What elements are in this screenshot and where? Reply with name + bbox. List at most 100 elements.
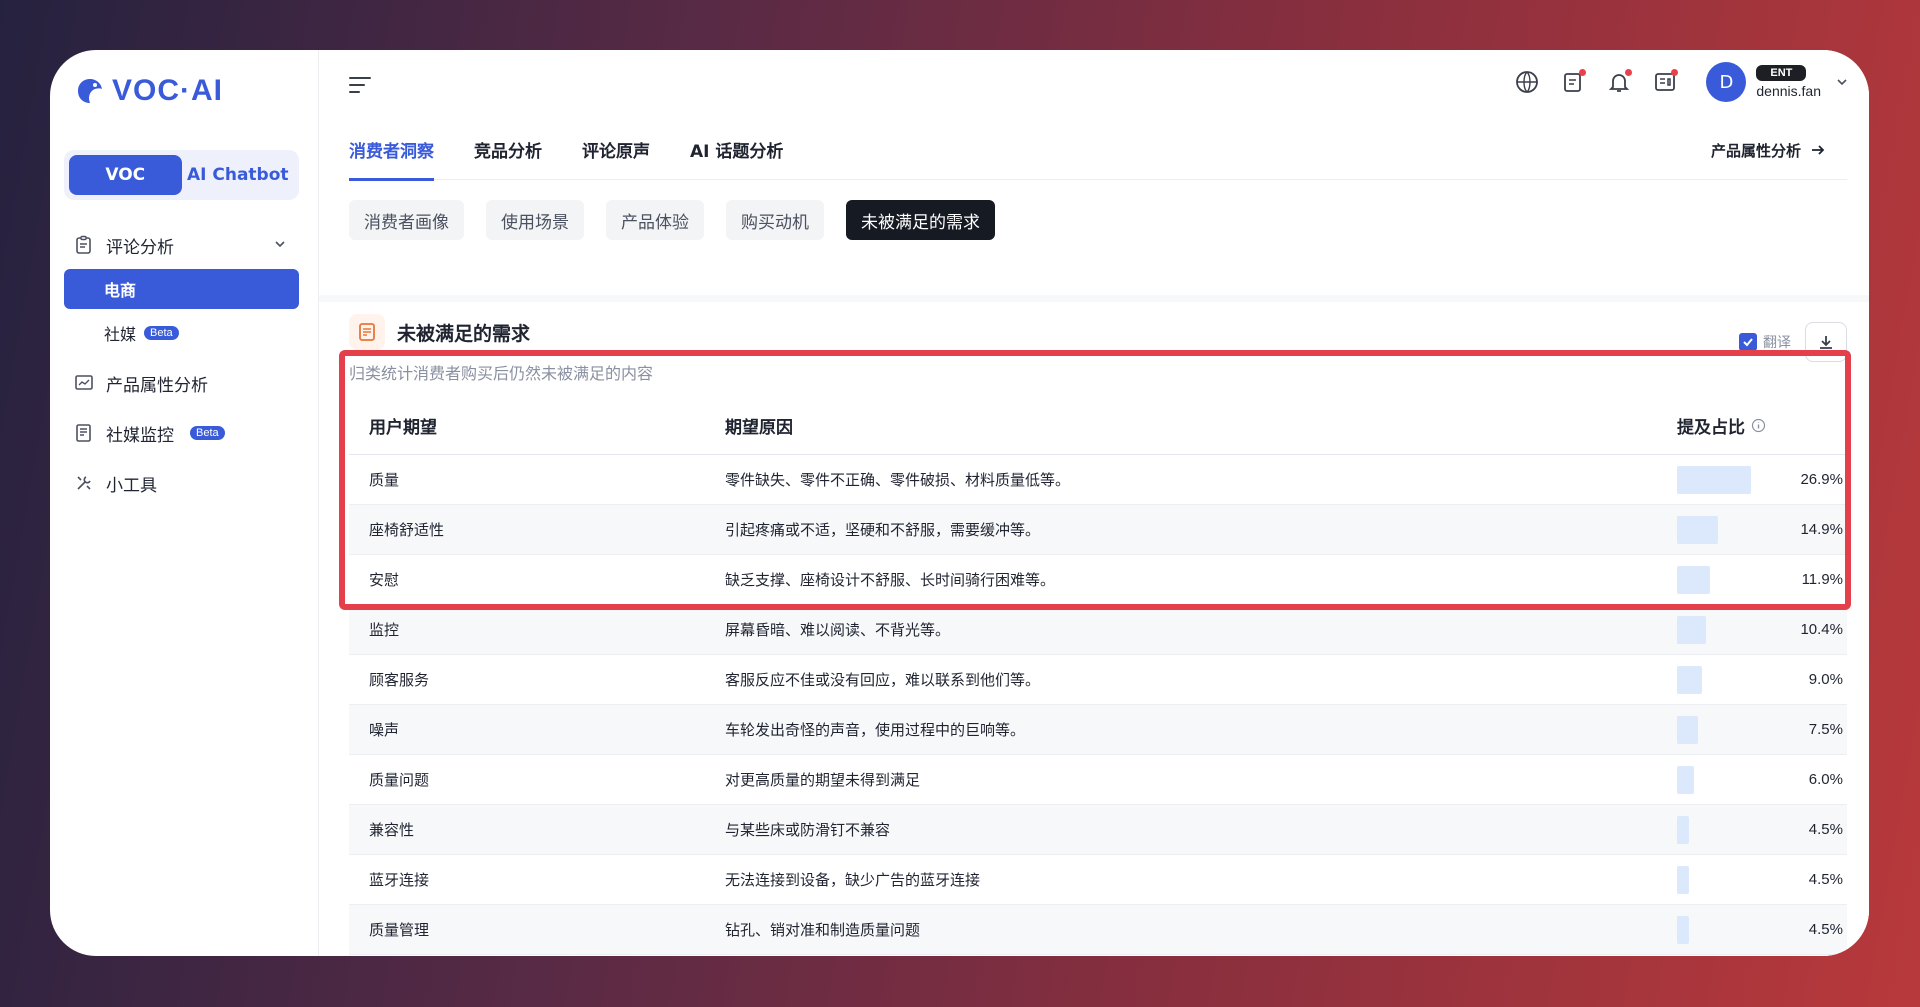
table-body: 质量 零件缺失、零件不正确、零件破损、材料质量低等。 26.9% 座椅舒适性 引起疼痛或… [349, 455, 1847, 955]
share-bar-track [1677, 815, 1751, 844]
cell-share: 6.0% [1677, 765, 1847, 794]
beta-badge: Beta [190, 426, 225, 440]
sidebar-item-label: 社媒 [104, 325, 137, 344]
bell-icon[interactable] [1604, 67, 1634, 97]
cell-expectation: 质量管理 [369, 921, 430, 939]
share-value: 7.5% [1808, 721, 1843, 738]
sidebar-item-label: 产品属性分析 [106, 375, 208, 396]
mode-voc-button[interactable]: VOC [69, 155, 182, 195]
subtab-purchase-motivation[interactable]: 购买动机 [726, 200, 824, 240]
cell-reason: 屏幕昏暗、难以阅读、不背光等。 [725, 621, 951, 639]
share-bar [1677, 465, 1751, 494]
share-bar [1677, 915, 1689, 944]
sidebar-item-label: 评论分析 [106, 237, 174, 258]
cell-reason: 无法连接到设备，缺少广告的蓝牙连接 [725, 871, 981, 889]
download-button[interactable] [1805, 322, 1847, 362]
table-row: 质量 零件缺失、零件不正确、零件破损、材料质量低等。 26.9% [349, 455, 1847, 505]
user-menu[interactable]: D ENT dennis.fan [1706, 62, 1849, 102]
plan-badge: ENT [1756, 65, 1807, 81]
share-bar-track [1677, 715, 1751, 744]
sidebar-item-tools[interactable]: 小工具 [64, 463, 299, 503]
table-row: 蓝牙连接 无法连接到设备，缺少广告的蓝牙连接 4.5% [349, 855, 1847, 905]
content-panel: 未被满足的需求 归类统计消费者购买后仍然未被满足的内容 翻译 用户期望 期望原因 [319, 302, 1869, 956]
cell-reason: 缺乏支撑、座椅设计不舒服、长时间骑行困难等。 [725, 571, 1056, 589]
cell-expectation: 噪声 [369, 721, 400, 739]
sidebar-item-ecommerce[interactable]: 电商 [64, 269, 299, 309]
brand-name: VOC·AI [112, 74, 223, 107]
translate-checkbox[interactable] [1739, 333, 1757, 351]
cell-share: 7.5% [1677, 715, 1847, 744]
cell-expectation: 安慰 [369, 571, 400, 589]
header-share: 提及占比 [1677, 413, 1847, 438]
chevron-down-icon [275, 241, 285, 248]
share-bar-track [1677, 515, 1751, 544]
header-share-label: 提及占比 [1677, 418, 1745, 438]
share-value: 4.5% [1808, 921, 1843, 938]
info-icon[interactable] [1751, 418, 1766, 433]
subtab-usage-scenario[interactable]: 使用场景 [486, 200, 584, 240]
header-reason: 期望原因 [725, 418, 793, 438]
cell-share: 4.5% [1677, 865, 1847, 894]
sidebar-item-review-analysis[interactable]: 评论分析 [64, 225, 299, 265]
share-value: 11.9% [1801, 571, 1843, 588]
section-tools: 翻译 [1739, 322, 1847, 362]
top-icons: D ENT dennis.fan [1504, 62, 1869, 102]
sidebar-item-social[interactable]: 社媒 Beta [64, 313, 299, 353]
top-bar: D ENT dennis.fan [319, 50, 1869, 120]
cell-expectation: 座椅舒适性 [369, 521, 445, 539]
table-row: 座椅舒适性 引起疼痛或不适，坚硬和不舒服，需要缓冲等。 14.9% [349, 505, 1847, 555]
table-row: 安慰 缺乏支撑、座椅设计不舒服、长时间骑行困难等。 11.9% [349, 555, 1847, 605]
share-bar-track [1677, 465, 1751, 494]
cell-reason: 钻孔、销对准和制造质量问题 [725, 921, 921, 939]
sidebar: VOC·AI VOC AI Chatbot 评论分析 电商 社媒 Beta 产品… [50, 50, 319, 956]
sidebar-item-label: 电商 [104, 281, 137, 300]
menu-toggle-icon[interactable] [347, 72, 373, 98]
unmet-needs-table: 用户期望 期望原因 提及占比 质量 零件缺失、零件不正确、零件破损、材料质量低等。… [349, 397, 1847, 955]
share-value: 9.0% [1808, 671, 1843, 688]
share-bar [1677, 565, 1710, 594]
share-bar [1677, 715, 1698, 744]
cell-share: 4.5% [1677, 815, 1847, 844]
share-bar [1677, 765, 1694, 794]
arrow-right-icon [1812, 145, 1825, 155]
tools-icon [77, 476, 91, 490]
mode-chatbot-button[interactable]: AI Chatbot [182, 155, 295, 195]
table-row: 顾客服务 客服反应不佳或没有回应，难以联系到他们等。 9.0% [349, 655, 1847, 705]
tasks-icon[interactable] [1558, 67, 1588, 97]
table-row: 质量问题 对更高质量的期望未得到满足 6.0% [349, 755, 1847, 805]
cell-expectation: 蓝牙连接 [369, 871, 430, 889]
share-value: 26.9% [1800, 471, 1843, 488]
table-header: 用户期望 期望原因 提及占比 [349, 397, 1847, 455]
subtab-consumer-profile[interactable]: 消费者画像 [349, 200, 464, 240]
translate-label: 翻译 [1763, 335, 1791, 351]
user-meta: ENT dennis.fan [1756, 65, 1821, 99]
news-icon[interactable] [1650, 67, 1680, 97]
subtab-unmet-needs[interactable]: 未被满足的需求 [846, 200, 995, 240]
subtab-product-experience[interactable]: 产品体验 [606, 200, 704, 240]
clipboard-icon [76, 235, 91, 254]
sidebar-item-product-attr[interactable]: 产品属性分析 [64, 363, 299, 403]
tab-competitor-analysis[interactable]: 竞品分析 [474, 120, 542, 180]
tab-consumer-insight[interactable]: 消费者洞察 [349, 120, 434, 181]
sub-tabs: 消费者画像 使用场景 产品体验 购买动机 未被满足的需求 [349, 200, 995, 240]
cell-expectation: 顾客服务 [369, 671, 430, 689]
sidebar-item-label: 小工具 [106, 475, 157, 496]
translate-toggle[interactable]: 翻译 [1739, 332, 1791, 352]
app-window: VOC·AI VOC AI Chatbot 评论分析 电商 社媒 Beta 产品… [50, 50, 1869, 956]
tab-review-voice[interactable]: 评论原声 [582, 120, 650, 180]
tab-ai-topic-analysis[interactable]: AI 话题分析 [690, 120, 783, 180]
cell-share: 26.9% [1677, 465, 1847, 494]
chart-board-icon [75, 375, 93, 390]
header-expectation: 用户期望 [369, 418, 437, 438]
product-attr-link[interactable]: 产品属性分析 [1711, 120, 1827, 180]
cell-reason: 车轮发出奇怪的声音，使用过程中的巨响等。 [725, 721, 1026, 739]
share-bar [1677, 815, 1689, 844]
sidebar-nav: 评论分析 电商 社媒 Beta 产品属性分析 社媒监控 Beta 小工具 [64, 225, 299, 503]
cell-share: 11.9% [1677, 565, 1847, 594]
share-bar-track [1677, 665, 1751, 694]
brand-logo[interactable]: VOC·AI [74, 74, 223, 108]
globe-icon[interactable] [1512, 67, 1542, 97]
table-row: 噪声 车轮发出奇怪的声音，使用过程中的巨响等。 7.5% [349, 705, 1847, 755]
sidebar-item-social-monitor[interactable]: 社媒监控 Beta [64, 413, 299, 453]
section-title: 未被满足的需求 [397, 322, 531, 345]
